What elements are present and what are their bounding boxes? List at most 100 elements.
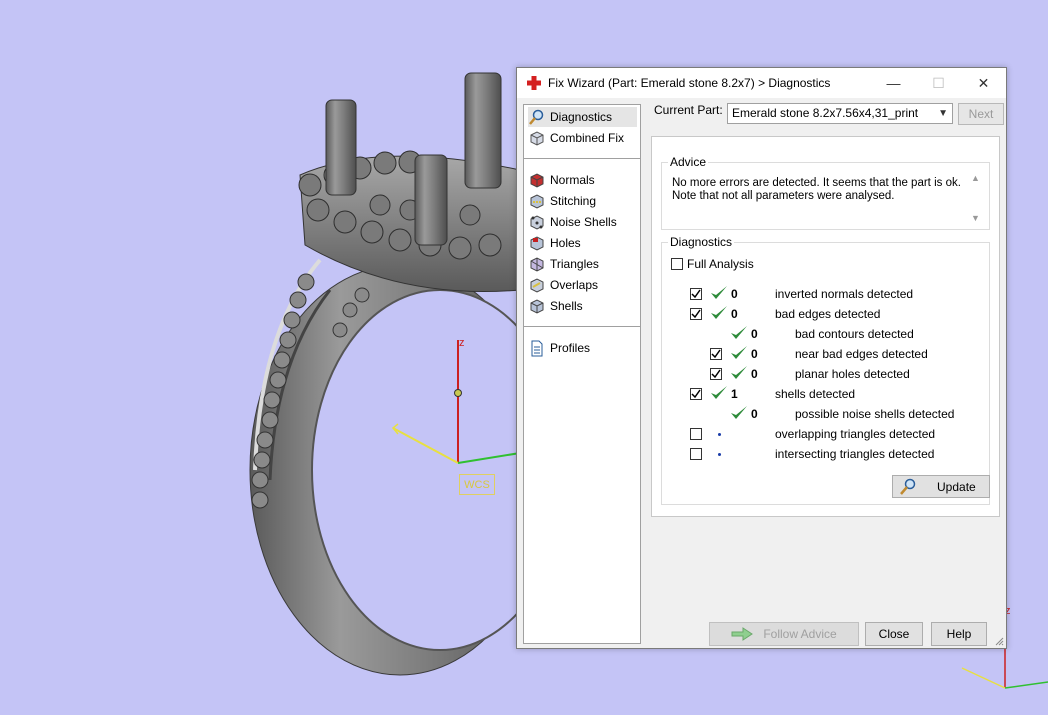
diagnostic-count: 0 (751, 407, 758, 421)
diagnostic-label: intersecting triangles detected (775, 447, 935, 461)
nav-label: Holes (550, 236, 581, 250)
nav-item-normals[interactable]: Normals (528, 170, 595, 190)
close-window-button[interactable]: ✕ (961, 68, 1006, 98)
update-label: Update (937, 479, 976, 494)
current-part-dropdown[interactable]: Emerald stone 8.2x7.56x4,31_print ▼ (727, 103, 953, 124)
minimize-button[interactable]: — (871, 68, 916, 98)
fix-wizard-dialog: Fix Wizard (Part: Emerald stone 8.2x7) >… (516, 67, 1007, 649)
wcs-label: WCS (459, 474, 495, 495)
checkmark-icon (691, 389, 701, 399)
diagnostic-checkbox[interactable] (710, 348, 722, 360)
nav-label: Shells (550, 299, 583, 313)
window-title: Fix Wizard (Part: Emerald stone 8.2x7) >… (548, 76, 831, 90)
diagnostic-checkbox[interactable] (690, 308, 702, 320)
nav-item-stitching[interactable]: Stitching (528, 191, 596, 211)
diagnostic-checkbox[interactable] (690, 388, 702, 400)
current-part-label: Current Part: (654, 103, 723, 117)
nav-divider (524, 158, 640, 159)
diagnostics-title: Diagnostics (668, 235, 735, 249)
diagnostics-group: Diagnostics Full Analysis 0 inverted norm… (661, 235, 990, 505)
status-ok-icon (710, 305, 728, 321)
nav-item-diagnostics[interactable]: Diagnostics (528, 107, 637, 127)
diagnostic-count: 0 (751, 367, 758, 381)
nav-item-profiles[interactable]: Profiles (528, 338, 590, 358)
follow-advice-button[interactable]: Follow Advice (709, 622, 859, 646)
advice-line-2: Note that not all parameters were analys… (672, 190, 895, 202)
advice-title: Advice (668, 155, 709, 169)
advice-group: Advice No more errors are detected. It s… (661, 155, 990, 230)
scroll-up-icon[interactable]: ▲ (971, 173, 980, 183)
advice-text: No more errors are detected. It seems th… (672, 177, 962, 203)
update-button[interactable]: Update (892, 475, 990, 498)
checkmark-icon (691, 289, 701, 299)
nav-divider (524, 326, 640, 327)
checkmark-icon (711, 369, 721, 379)
diagnostic-label: bad edges detected (775, 307, 881, 321)
chevron-down-icon: ▼ (938, 108, 948, 119)
diagnostic-checkbox[interactable] (690, 288, 702, 300)
diagnostic-checkbox[interactable] (690, 428, 702, 440)
nav-label: Normals (550, 173, 595, 187)
document-icon (528, 340, 545, 357)
diagnostic-count: 0 (731, 307, 738, 321)
status-ok-icon (710, 385, 728, 401)
nav-label: Combined Fix (550, 131, 625, 145)
status-ok-icon (730, 345, 748, 361)
diagnostic-label: inverted normals detected (775, 287, 914, 301)
resize-grip-icon[interactable] (994, 636, 1004, 646)
holes-icon (528, 235, 545, 252)
nav-item-holes[interactable]: Holes (528, 233, 581, 253)
status-pending-icon (718, 433, 721, 436)
triangles-icon (528, 256, 545, 273)
shells-icon (528, 298, 545, 315)
nav-label: Triangles (550, 257, 599, 271)
fix-wizard-cross-icon (526, 75, 542, 91)
diagnostic-label: near bad edges detected (795, 347, 928, 361)
stitching-icon (528, 193, 545, 210)
status-ok-icon (730, 325, 748, 341)
status-ok-icon (710, 285, 728, 301)
nav-label: Overlaps (550, 278, 599, 292)
status-pending-icon (718, 453, 721, 456)
diagnostic-label: shells detected (775, 387, 856, 401)
normals-icon (528, 172, 545, 189)
nav-item-combined-fix[interactable]: Combined Fix (528, 128, 624, 148)
scroll-down-icon[interactable]: ▼ (971, 213, 980, 223)
maximize-button[interactable]: ☐ (916, 68, 961, 98)
diagnostic-count: 0 (751, 327, 758, 341)
close-button[interactable]: Close (865, 622, 923, 646)
follow-advice-label: Follow Advice (763, 627, 837, 641)
nav-item-triangles[interactable]: Triangles (528, 254, 599, 274)
nav-item-shells[interactable]: Shells (528, 296, 583, 316)
checkmark-icon (711, 349, 721, 359)
nav-item-noise-shells[interactable]: Noise Shells (528, 212, 617, 232)
overlaps-icon (528, 277, 545, 294)
current-part-value: Emerald stone 8.2x7.56x4,31_print (732, 106, 919, 120)
nav-label: Diagnostics (550, 110, 613, 124)
wizard-nav: Diagnostics Combined Fix Normals Stitchi… (523, 104, 641, 644)
title-bar[interactable]: Fix Wizard (Part: Emerald stone 8.2x7) >… (517, 68, 1006, 98)
nav-label: Stitching (550, 194, 597, 208)
arrow-right-icon (731, 627, 754, 641)
advice-line-1: No more errors are detected. It seems th… (672, 177, 961, 189)
advice-scrollbar[interactable]: ▲ ▼ (969, 173, 983, 223)
nav-label: Noise Shells (550, 215, 617, 229)
diagnostic-label: planar holes detected (795, 367, 910, 381)
diagnostic-label: overlapping triangles detected (775, 427, 936, 441)
diagnostic-count: 0 (731, 287, 738, 301)
diagnostic-checkbox[interactable] (710, 368, 722, 380)
diagnostics-panel: Advice No more errors are detected. It s… (651, 136, 1000, 517)
full-analysis-label: Full Analysis (687, 257, 754, 271)
diagnostic-count: 0 (751, 347, 758, 361)
diagnostic-checkbox[interactable] (690, 448, 702, 460)
diagnostic-label: possible noise shells detected (795, 407, 955, 421)
help-button[interactable]: Help (931, 622, 987, 646)
status-ok-icon (730, 405, 748, 421)
nav-label: Profiles (550, 341, 591, 355)
noise-shells-icon (528, 214, 545, 231)
nav-item-overlaps[interactable]: Overlaps (528, 275, 598, 295)
next-button[interactable]: Next (958, 103, 1004, 125)
full-analysis-checkbox[interactable] (671, 258, 683, 270)
magnifier-icon (528, 109, 545, 126)
cube-icon (528, 130, 545, 147)
